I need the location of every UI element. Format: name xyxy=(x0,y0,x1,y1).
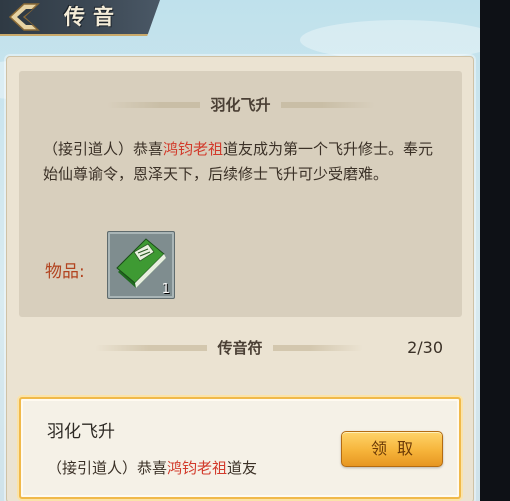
back-button[interactable] xyxy=(4,1,48,33)
list-item[interactable]: 羽化飞升 （接引道人）恭喜鸿钧老祖道友 领取 xyxy=(19,397,461,499)
items-label: 物品: xyxy=(45,262,85,282)
screen-edge xyxy=(480,0,510,501)
message-highlight-name: 鸿钧老祖 xyxy=(163,140,224,158)
section-title: 传音符 xyxy=(207,339,273,357)
message-title: 羽化飞升 xyxy=(47,422,115,442)
message-count: 2/30 xyxy=(407,338,443,357)
mail-screen: 传音 羽化飞升 （接引道人）恭喜鸿钧老祖道友成为第一个飞升修士。奉元始仙尊谕令，… xyxy=(0,0,480,501)
detail-message: （接引道人）恭喜鸿钧老祖道友成为第一个飞升修士。奉元始仙尊谕令，恩泽天下，后续修… xyxy=(43,137,443,187)
preview-part: 道友 xyxy=(227,459,258,477)
item-count: 1 xyxy=(161,282,170,297)
header-bar: 传音 xyxy=(0,0,160,36)
mail-panel: 羽化飞升 （接引道人）恭喜鸿钧老祖道友成为第一个飞升修士。奉元始仙尊谕令，恩泽天… xyxy=(6,56,474,501)
page-title: 传音 xyxy=(64,4,122,29)
section-header: 传音符 2/30 xyxy=(7,335,473,361)
message-detail: 羽化飞升 （接引道人）恭喜鸿钧老祖道友成为第一个飞升修士。奉元始仙尊谕令，恩泽天… xyxy=(19,71,462,317)
chevron-left-icon xyxy=(8,3,40,31)
claim-button[interactable]: 领取 xyxy=(341,431,443,467)
preview-part: （接引道人）恭喜 xyxy=(47,459,168,477)
item-slot[interactable]: 1 xyxy=(107,231,175,299)
message-part: （接引道人）恭喜 xyxy=(43,140,164,158)
cloud-decoration xyxy=(300,20,480,60)
message-preview: （接引道人）恭喜鸿钧老祖道友 xyxy=(47,457,257,478)
detail-title: 羽化飞升 xyxy=(200,96,281,114)
detail-title-row: 羽化飞升 xyxy=(19,93,462,117)
preview-highlight-name: 鸿钧老祖 xyxy=(167,459,228,477)
